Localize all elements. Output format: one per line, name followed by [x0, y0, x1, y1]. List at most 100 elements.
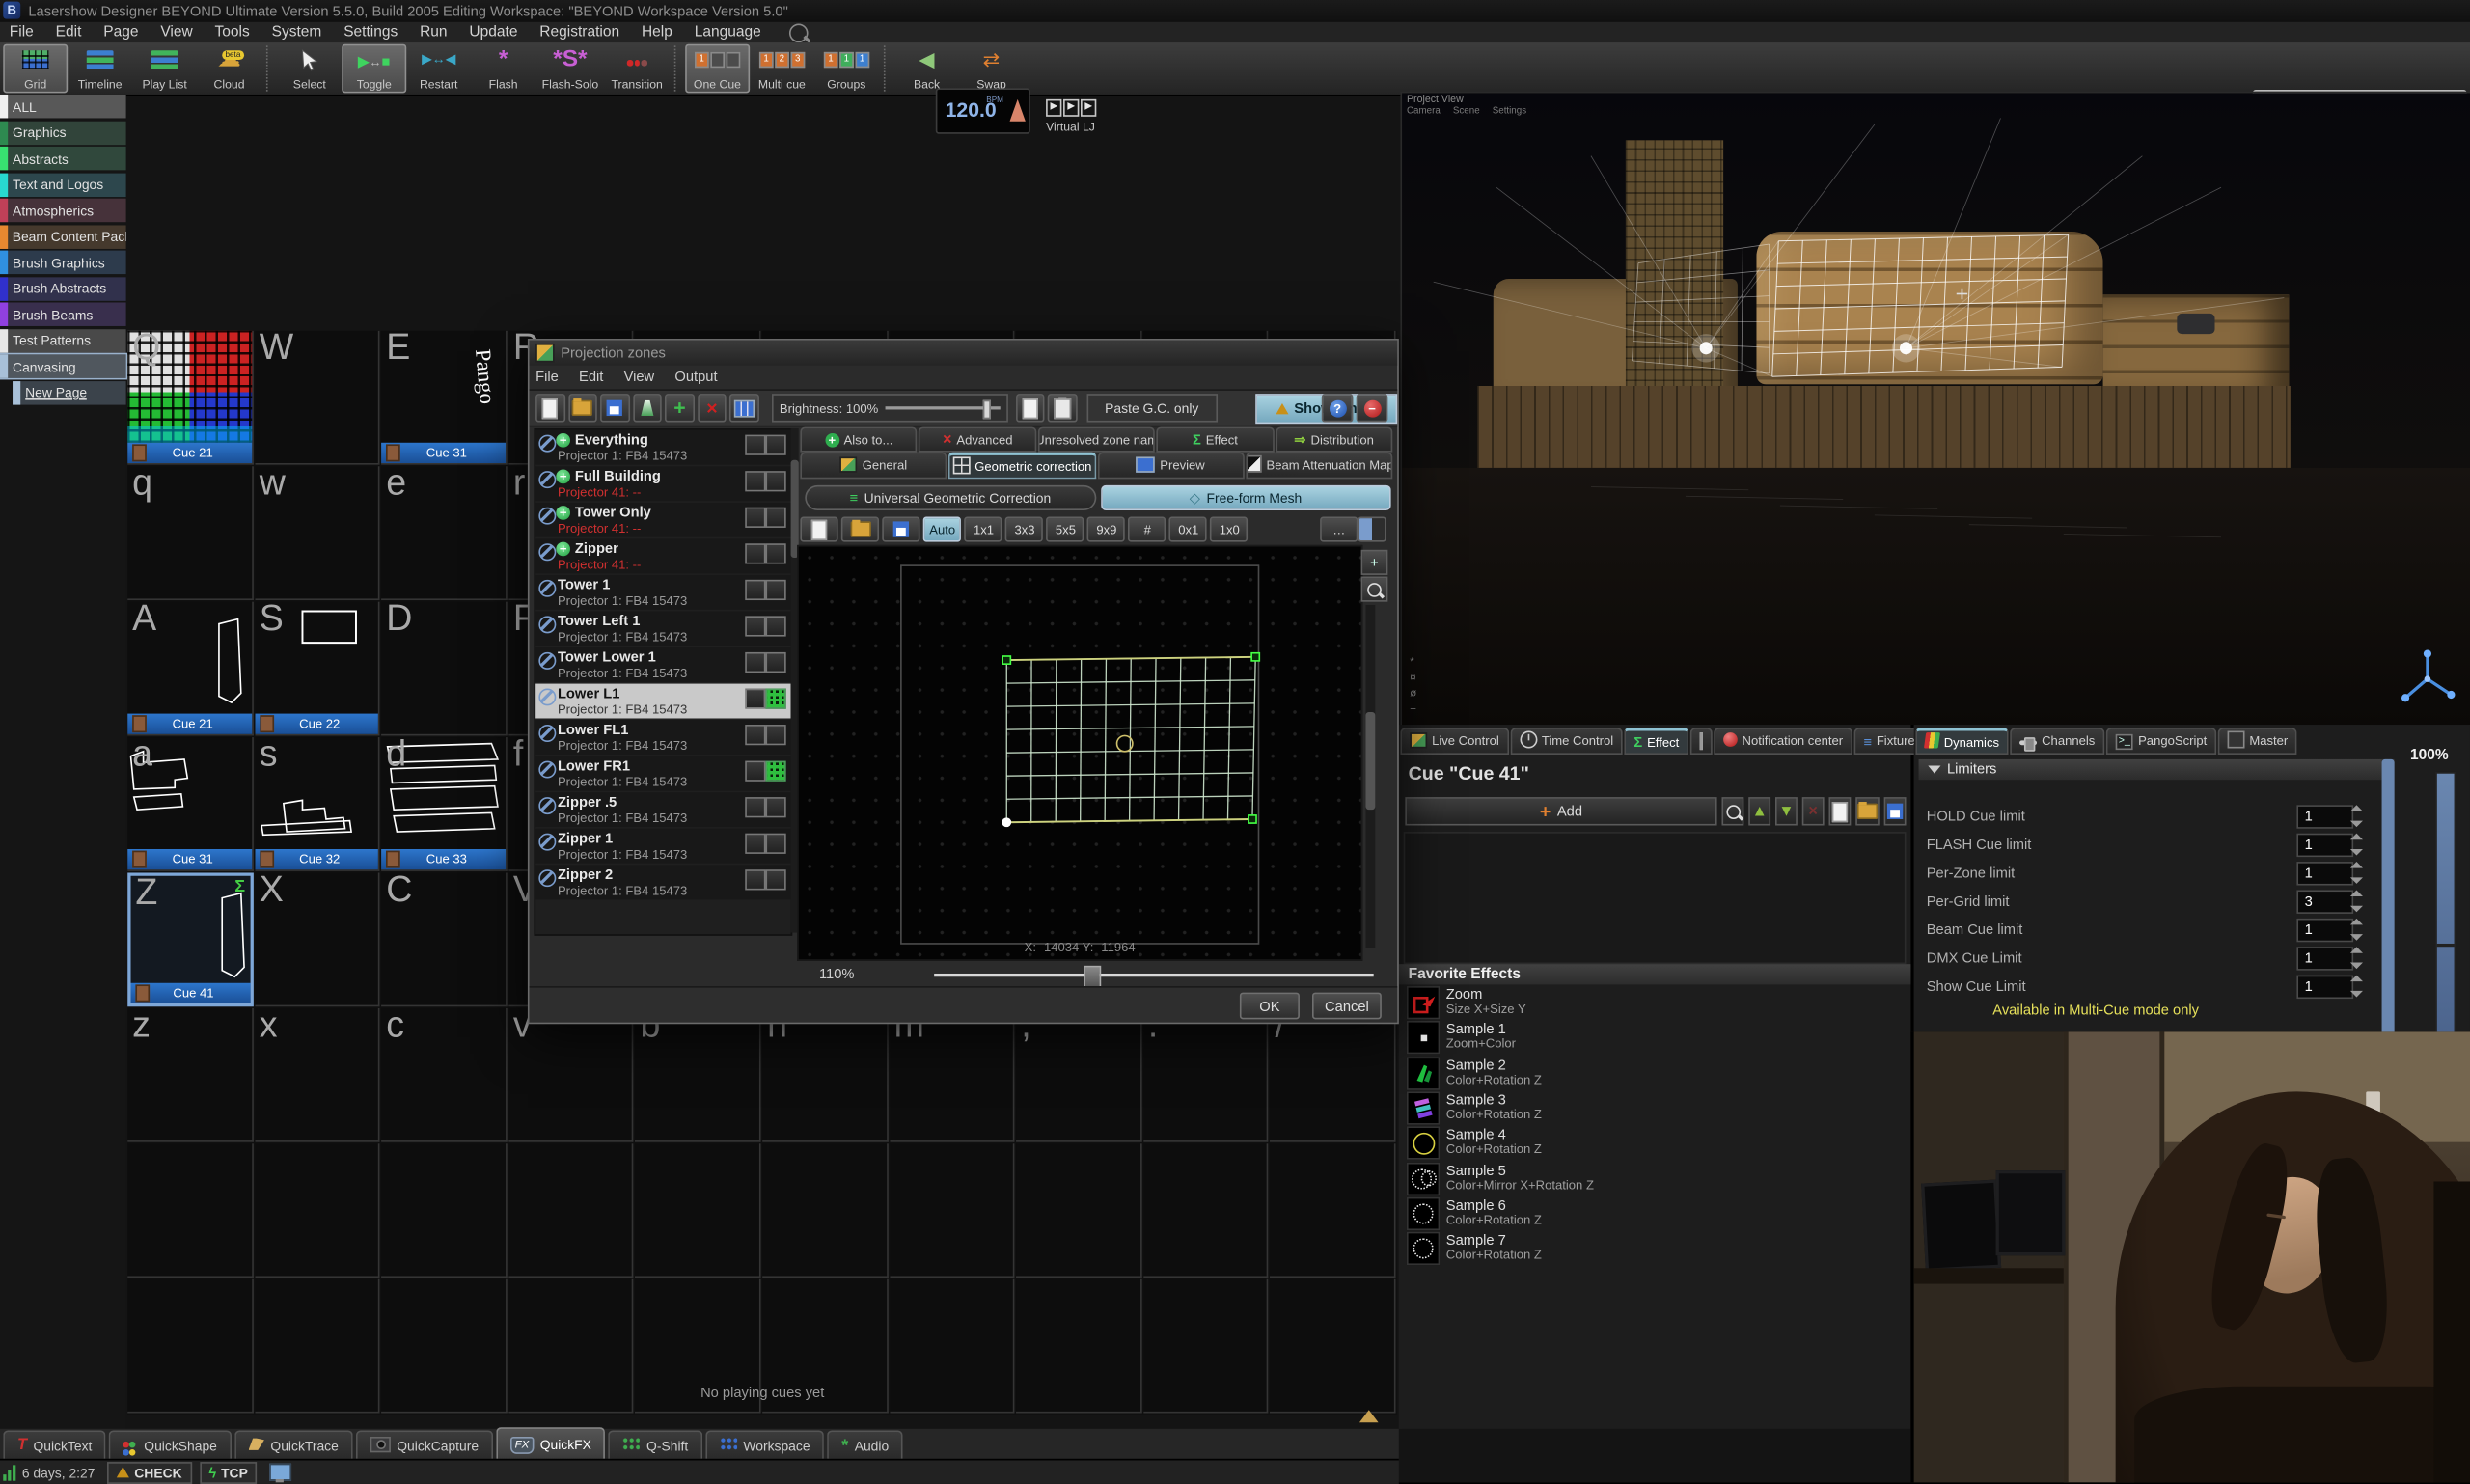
quicktab-quickfx[interactable]: FXQuickFX [496, 1427, 606, 1459]
zone-add-icon[interactable]: + [556, 470, 570, 484]
cue-cell[interactable]: c [381, 1008, 507, 1142]
mesh-panel-toggle-button[interactable] [1358, 517, 1386, 542]
scrollbar-thumb[interactable] [2382, 759, 2395, 1058]
cue-cell-cue-21[interactable]: ACue 21 [127, 602, 253, 736]
mesh-preset-0x1[interactable]: 0x1 [1169, 517, 1207, 542]
select-button[interactable]: Select [277, 44, 342, 94]
multi-cue-button[interactable]: 123Multi cue [750, 44, 814, 94]
spin-down-icon[interactable] [2350, 906, 2363, 913]
mesh-preset-1x0[interactable]: 1x0 [1211, 517, 1249, 542]
menu-item-run[interactable]: Run [420, 23, 447, 41]
spin-up-icon[interactable] [2350, 862, 2363, 868]
move-down-button[interactable]: ▼ [1775, 797, 1798, 825]
dialog-help-button[interactable]: ? [1322, 394, 1354, 422]
cue-cell-cue-21[interactable]: QCue 21 [127, 331, 253, 465]
favorite-effect-sample-7[interactable]: Sample 7Color+Rotation Z [1404, 1232, 1907, 1265]
limiter-value-input[interactable]: 1 [2296, 919, 2353, 942]
limiter-value-input[interactable]: 1 [2296, 947, 2353, 970]
limiter-value-input[interactable]: 1 [2296, 805, 2353, 828]
menu-item-page[interactable]: Page [103, 23, 138, 41]
toggle-button[interactable]: ▶↔■Toggle [342, 44, 406, 94]
zone-disable-icon[interactable] [538, 435, 556, 453]
menu-item-update[interactable]: Update [469, 23, 517, 41]
dialog-title-bar[interactable]: Projection zones [530, 341, 1398, 366]
dialog-menu-output[interactable]: Output [674, 369, 717, 384]
limiter-spinner[interactable] [2348, 862, 2364, 884]
effect-list-empty[interactable] [1404, 832, 1907, 964]
menu-item-edit[interactable]: Edit [56, 23, 82, 41]
dialog-menu-view[interactable]: View [624, 369, 655, 384]
sidebar-item-canvasing[interactable]: Canvasing [0, 354, 126, 377]
zone-checkbox-1[interactable] [745, 869, 765, 890]
mesh-editor-canvas[interactable]: X: -14034 Y: -11964 [797, 545, 1362, 961]
spin-up-icon[interactable] [2350, 947, 2363, 953]
favorite-effect-zoom[interactable]: ZoomSize X+Size Y [1404, 986, 1907, 1019]
limiter-spinner[interactable] [2348, 834, 2364, 856]
add-effect-button[interactable]: +Add [1405, 797, 1716, 825]
preview-menu-settings[interactable]: Settings [1493, 107, 1526, 117]
zone-checkbox-2[interactable] [765, 797, 785, 817]
quicktab-quickshape[interactable]: QuickShape [109, 1430, 231, 1458]
zone-row-tower-lower-1[interactable]: Tower Lower 1Projector 1: FB4 15473 [535, 647, 790, 682]
zone-row-zipper-1[interactable]: Zipper 1Projector 1: FB4 15473 [535, 829, 790, 864]
cue-cell[interactable]: C [381, 872, 507, 1006]
limiter-spinner[interactable] [2348, 919, 2364, 941]
zone-checkbox-1[interactable] [745, 543, 765, 563]
spin-down-icon[interactable] [2350, 849, 2363, 856]
cue-cell-cue-32[interactable]: sCue 32 [255, 737, 380, 871]
scrollbar-thumb[interactable] [791, 460, 799, 558]
sidebar-item-brush-beams[interactable]: Brush Beams [0, 302, 126, 325]
zone-add-icon[interactable]: + [556, 433, 570, 448]
cue-cell[interactable] [255, 1143, 380, 1278]
zone-row-zipper-2[interactable]: Zipper 2Projector 1: FB4 15473 [535, 865, 790, 899]
cue-cell-cue-31[interactable]: aCue 31 [127, 737, 253, 871]
mesh-preset-5x5[interactable]: 5x5 [1047, 517, 1084, 542]
scrollbar-thumb[interactable] [1366, 712, 1376, 810]
zone-checkbox-2[interactable] [765, 652, 785, 673]
dialog-menu-edit[interactable]: Edit [579, 369, 603, 384]
limiter-spinner[interactable] [2348, 890, 2364, 912]
favorite-effect-sample-4[interactable]: Sample 4Color+Rotation Z [1404, 1127, 1907, 1160]
zone-disable-icon[interactable] [538, 652, 556, 670]
tab-notification-center[interactable]: Notification center [1714, 728, 1852, 755]
sidebar-item-brush-abstracts[interactable]: Brush Abstracts [0, 277, 126, 300]
brightness-slider[interactable] [885, 406, 1000, 409]
limiters-section-header[interactable]: Limiters [1919, 759, 2389, 780]
save-effect-button[interactable] [1884, 797, 1907, 825]
quicktab-quickcapture[interactable]: QuickCapture [356, 1430, 493, 1458]
spin-up-icon[interactable] [2350, 919, 2363, 925]
sidebar-item-brush-graphics[interactable]: Brush Graphics [0, 251, 126, 274]
menu-search-icon[interactable] [789, 23, 809, 42]
zone-disable-icon[interactable] [538, 508, 556, 525]
zone-checkbox-1[interactable] [745, 725, 765, 745]
cue-cell[interactable]: z [127, 1008, 253, 1142]
spin-down-icon[interactable] [2350, 821, 2363, 828]
mesh-add-point-button[interactable]: + [1361, 550, 1388, 575]
zoom-slider[interactable] [934, 974, 1374, 976]
zone-row-lower-fl1[interactable]: Lower FL1Projector 1: FB4 15473 [535, 720, 790, 755]
sidebar-item-beam-content-pack[interactable]: Beam Content Pack [0, 225, 126, 248]
cue-cell[interactable]: X [255, 872, 380, 1006]
search-effect-button[interactable] [1721, 797, 1743, 825]
zone-add-icon[interactable]: + [556, 542, 570, 557]
mesh-scrollbar[interactable] [1366, 605, 1376, 948]
cue-cell[interactable]: n [762, 1008, 888, 1142]
menu-item-system[interactable]: System [272, 23, 322, 41]
sidebar-item-test-patterns[interactable]: Test Patterns [0, 328, 126, 351]
master-slider[interactable] [2435, 772, 2456, 1058]
cue-cell[interactable] [508, 1143, 634, 1278]
zone-row-full-building[interactable]: +Full BuildingProjector 41: -- [535, 466, 790, 501]
mesh-preset-#[interactable]: # [1129, 517, 1166, 542]
zone-disable-icon[interactable] [538, 725, 556, 742]
zone-checkbox-2[interactable] [765, 580, 785, 600]
cue-cell[interactable]: D [381, 602, 507, 736]
grid-button[interactable]: Grid [3, 44, 68, 94]
tab-advanced[interactable]: ×Advanced [919, 426, 1035, 452]
mesh-zoom-button[interactable] [1361, 577, 1388, 602]
limiter-value-input[interactable]: 3 [2296, 890, 2353, 913]
zone-checkbox-2[interactable] [765, 725, 785, 745]
spin-down-icon[interactable] [2350, 991, 2363, 998]
cue-cell[interactable] [1016, 1143, 1141, 1278]
spin-up-icon[interactable] [2350, 834, 2363, 840]
cue-cell[interactable] [127, 1143, 253, 1278]
